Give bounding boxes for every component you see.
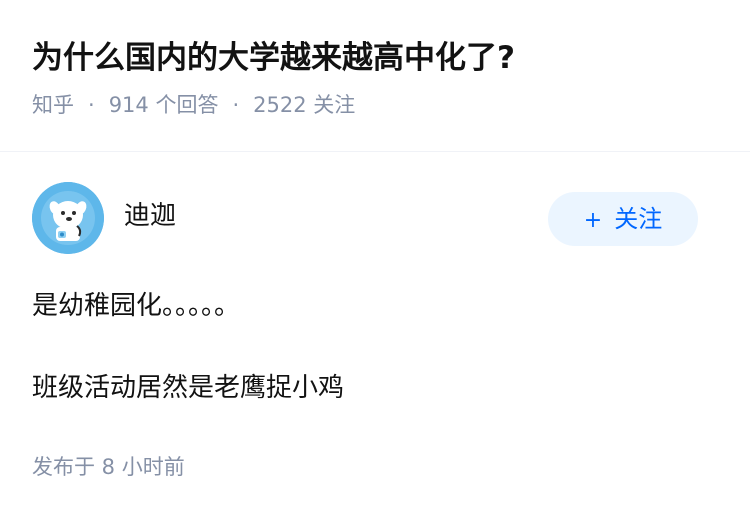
author-row: 迪迦 + 关注: [32, 182, 698, 256]
plus-icon: +: [583, 208, 603, 233]
meta-separator: ·: [232, 93, 240, 117]
answer-count[interactable]: 914 个回答: [109, 93, 219, 117]
question-meta: 知乎 · 914 个回答 · 2522 关注: [32, 90, 718, 120]
answer-paragraph: 是幼稚园化。。。。。: [32, 291, 241, 321]
author-name[interactable]: 迪迦: [124, 198, 176, 234]
follow-button[interactable]: + 关注: [548, 192, 698, 246]
divider: [0, 151, 750, 152]
source-label[interactable]: 知乎: [32, 93, 74, 117]
publish-time[interactable]: 发布于 8 小时前: [32, 452, 185, 482]
avatar[interactable]: [32, 182, 104, 254]
answer-paragraph: 班级活动居然是老鹰捉小鸡: [32, 373, 345, 403]
follow-label: 关注: [614, 205, 663, 233]
answer-body: 是幼稚园化。。。。。 班级活动居然是老鹰捉小鸡: [32, 286, 718, 408]
cartoon-dog-astronaut-avatar-icon: [32, 182, 104, 254]
question-title[interactable]: 为什么国内的大学越来越高中化了?: [32, 36, 718, 80]
question-header: 为什么国内的大学越来越高中化了? 知乎 · 914 个回答 · 2522 关注: [32, 36, 718, 120]
follower-count: 2522 关注: [253, 93, 356, 117]
meta-separator: ·: [88, 93, 95, 117]
